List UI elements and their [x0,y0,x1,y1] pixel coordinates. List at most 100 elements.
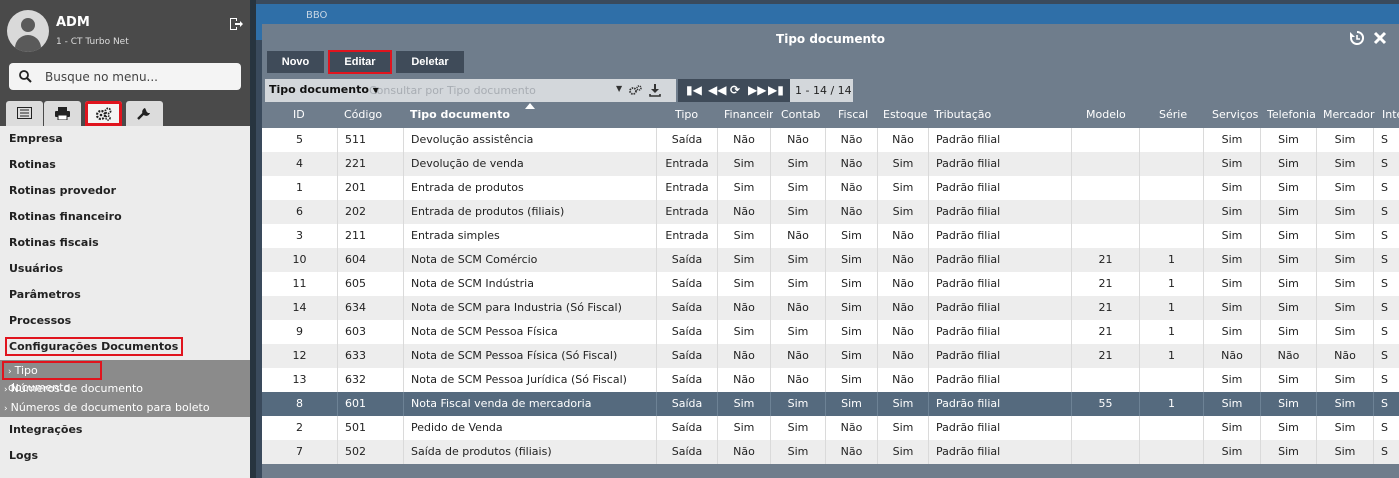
table-row[interactable]: 14 634 Nota de SCM para Industria (Só Fisc… [262,296,1399,320]
advanced-filter-icon[interactable] [629,84,643,97]
cell-servicos: Sim [1203,128,1260,152]
cell-serie [1139,200,1203,224]
cell-fiscal: Não [825,128,877,152]
menu-item-usuarios[interactable]: Usuários [0,256,250,282]
column-header-tipo-documento[interactable]: Tipo documento [410,108,510,121]
menu-item-rotinas-financeiro[interactable]: Rotinas financeiro [0,204,250,230]
column-header-codigo[interactable]: Código [344,108,382,121]
dropdown-icon[interactable]: ▼ [616,84,622,93]
cell-serie [1139,152,1203,176]
cell-codigo: 632 [337,368,403,392]
cell-codigo: 601 [337,392,403,416]
first-page-icon[interactable]: ▮◀ [686,83,702,97]
tab-configuration[interactable] [85,101,122,126]
cell-contab: Sim [770,320,825,344]
menu-item-rotinas-provedor[interactable]: Rotinas provedor [0,178,250,204]
cell-id: 5 [296,133,303,146]
menu-search[interactable] [9,63,241,90]
column-header-financeiro[interactable]: Financeirc [724,108,773,121]
cell-tipo-documento: Entrada de produtos [403,176,656,200]
table-row[interactable]: 1 201 Entrada de produtos Entrada Sim Sim Não S… [262,176,1399,200]
cell-financeiro: Sim [717,416,770,440]
column-header-modelo[interactable]: Modelo [1086,108,1126,121]
column-header-estoque[interactable]: Estoque [883,108,927,121]
submenu-item-numeros-documento-boleto[interactable]: › Números de documento para boleto [0,398,250,417]
column-header-serie[interactable]: Série [1159,108,1187,121]
table-row[interactable]: 9 603 Nota de SCM Pessoa Física Saída Sim Sim… [262,320,1399,344]
download-icon[interactable] [649,84,661,97]
avatar[interactable] [7,10,49,52]
cell-contab: Não [770,128,825,152]
column-header-id[interactable]: ID [293,108,305,121]
menu-item-logs[interactable]: Logs [0,443,250,469]
tab-tools[interactable] [126,101,163,126]
cell-mercador: Sim [1316,440,1373,464]
menu-item-processos[interactable]: Processos [0,308,250,334]
table-row[interactable]: 12 633 Nota de SCM Pessoa Física (Só Fisca… [262,344,1399,368]
column-header-integracao[interactable]: Inte [1382,108,1399,121]
filter-field-select[interactable]: Tipo documento ▼ [269,83,379,96]
menu-item-empresa[interactable]: Empresa [0,126,250,152]
cell-id: 11 [292,277,307,290]
profile-panel: ADM 1 - CT Turbo Net [0,0,250,126]
column-header-mercador[interactable]: Mercador [1323,108,1375,121]
cell-id: 1 [296,181,303,194]
table-row[interactable]: 13 632 Nota de SCM Pessoa Jurídica (Só Fis… [262,368,1399,392]
cell-fiscal: Sim [825,272,877,296]
table-row[interactable]: 4 221 Devolução de venda Entrada Sim Sim Não Si… [262,152,1399,176]
close-icon[interactable] [1372,30,1388,46]
cell-servicos: Sim [1203,320,1260,344]
table-row[interactable]: 7 502 Saída de produtos (filiais) Saída Não S… [262,440,1399,464]
logout-icon[interactable] [228,16,244,32]
tab-print[interactable] [44,101,81,126]
cell-serie [1139,176,1203,200]
cell-tipo: Entrada [656,224,717,248]
history-icon[interactable] [1349,30,1365,46]
cell-contab: Sim [770,152,825,176]
new-button[interactable]: Novo [267,51,324,73]
search-input[interactable] [45,67,231,86]
previous-page-icon[interactable]: ◀◀ [708,83,726,97]
edit-button[interactable]: Editar [328,50,392,74]
cell-fiscal: Sim [825,344,877,368]
cell-mercador: Sim [1316,224,1373,248]
menu-item-rotinas-fiscais[interactable]: Rotinas fiscais [0,230,250,256]
cell-tributacao: Padrão filial [928,320,1071,344]
column-header-servicos[interactable]: Serviços [1212,108,1258,121]
menu-item-integracoes[interactable]: Integrações [0,417,250,443]
cell-serie [1139,224,1203,248]
cell-financeiro: Não [717,128,770,152]
cell-tipo: Saída [656,272,717,296]
table-row[interactable]: 3 211 Entrada simples Entrada Sim Não Sim Não Pa… [262,224,1399,248]
last-page-icon[interactable]: ▶▮ [768,83,784,97]
cell-telefonia: Sim [1260,176,1316,200]
table-row[interactable]: 6 202 Entrada de produtos (filiais) Entrada… [262,200,1399,224]
filter-input[interactable] [369,82,609,99]
next-page-icon[interactable]: ▶▶ [748,83,766,97]
delete-button[interactable]: Deletar [396,51,464,73]
tab-list[interactable] [6,101,43,126]
submenu-item-numeros-documento[interactable]: › Números de documento [0,379,250,398]
column-header-fiscal[interactable]: Fiscal [838,108,868,121]
table-row[interactable]: 11 605 Nota de SCM Indústria Saída Sim Sim Sim… [262,272,1399,296]
cell-estoque: Não [877,320,928,344]
cell-fiscal: Não [825,152,877,176]
table-row[interactable]: 10 604 Nota de SCM Comércio Saída Sim Sim Sim N… [262,248,1399,272]
menu-item-configuracoes-documentos[interactable]: Configurações Documentos [0,334,250,360]
cell-financeiro: Sim [717,248,770,272]
column-header-tributacao[interactable]: Tributação [934,108,991,121]
cell-financeiro: Sim [717,152,770,176]
submenu-item-tipo-documento[interactable]: › Tipo documento [2,361,102,394]
table-row[interactable]: 8 601 Nota Fiscal venda de mercadoria Saída… [262,392,1399,416]
refresh-icon[interactable]: ⟳ [730,83,740,97]
cell-estoque: Não [877,344,928,368]
table-row[interactable]: 5 511 Devolução assistência Saída Não Não Não N… [262,128,1399,152]
menu-item-rotinas[interactable]: Rotinas [0,152,250,178]
column-header-telefonia[interactable]: Telefonia [1267,108,1316,121]
menu-item-parametros[interactable]: Parâmetros [0,282,250,308]
column-header-tipo[interactable]: Tipo [675,108,698,121]
table-row[interactable]: 2 501 Pedido de Venda Saída Sim Sim Não Sim Padr… [262,416,1399,440]
column-header-contab[interactable]: Contab [781,108,820,121]
cell-codigo: 201 [337,176,403,200]
cell-id: 12 [292,349,307,362]
